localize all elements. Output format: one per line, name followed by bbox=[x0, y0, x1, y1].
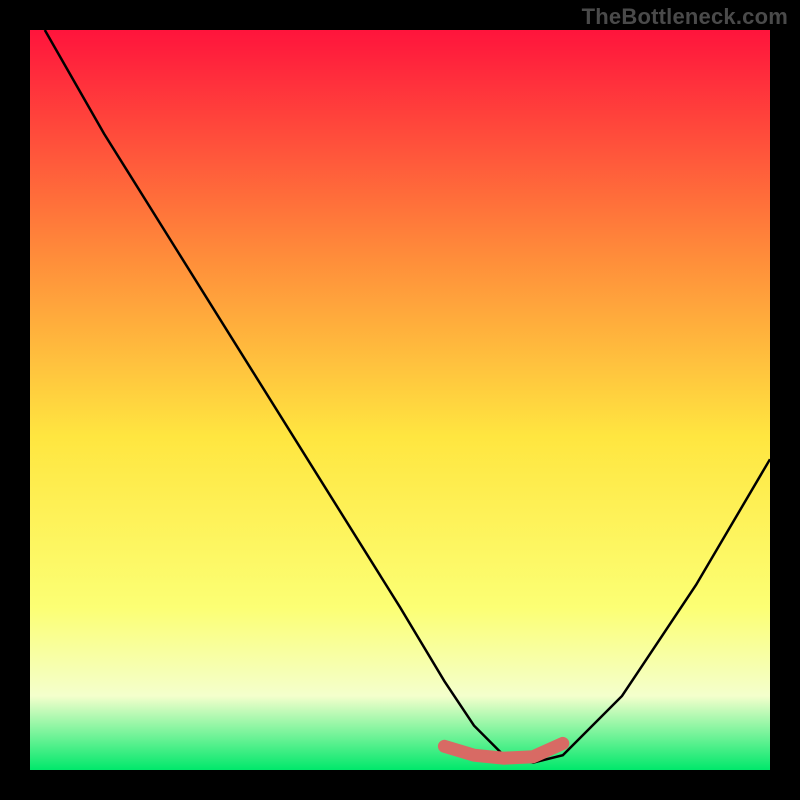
chart-svg bbox=[30, 30, 770, 770]
gradient-background bbox=[30, 30, 770, 770]
watermark-text: TheBottleneck.com bbox=[582, 4, 788, 30]
plot-area bbox=[30, 30, 770, 770]
chart-frame: TheBottleneck.com bbox=[0, 0, 800, 800]
